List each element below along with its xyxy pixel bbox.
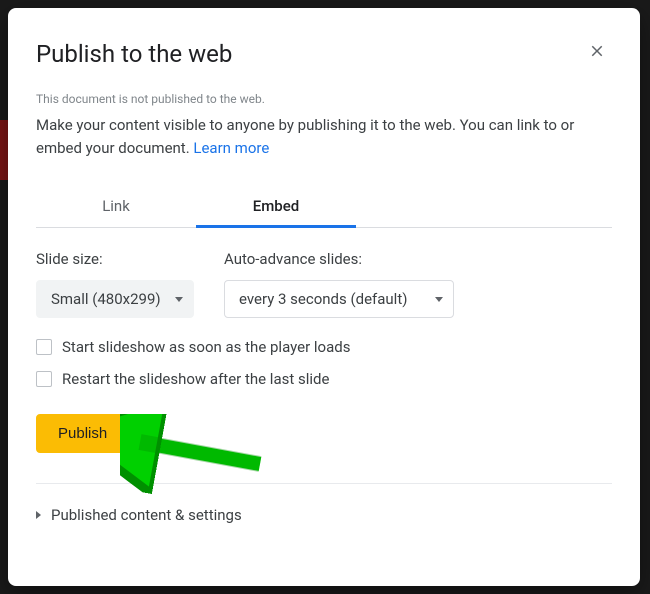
published-content-expander[interactable]: Published content & settings bbox=[36, 502, 612, 528]
chevron-right-icon bbox=[36, 511, 41, 519]
embed-panel: Slide size: Small (480x299) Auto-advance… bbox=[36, 228, 612, 528]
tab-embed[interactable]: Embed bbox=[196, 187, 356, 228]
chevron-down-icon bbox=[435, 297, 443, 302]
start-slideshow-label: Start slideshow as soon as the player lo… bbox=[62, 338, 350, 356]
auto-advance-label: Auto-advance slides: bbox=[224, 250, 454, 268]
expander-label: Published content & settings bbox=[51, 506, 242, 524]
dialog-description: Make your content visible to anyone by p… bbox=[36, 114, 612, 159]
close-button[interactable] bbox=[582, 36, 612, 66]
learn-more-link[interactable]: Learn more bbox=[193, 139, 269, 157]
publish-button[interactable]: Publish bbox=[36, 414, 129, 453]
publish-status: This document is not published to the we… bbox=[36, 92, 612, 106]
start-slideshow-checkbox[interactable] bbox=[36, 339, 52, 355]
publish-dialog: Publish to the web This document is not … bbox=[8, 8, 640, 586]
tab-link[interactable]: Link bbox=[36, 187, 196, 228]
auto-advance-dropdown[interactable]: every 3 seconds (default) bbox=[224, 280, 454, 318]
chevron-down-icon bbox=[175, 297, 183, 302]
slide-size-value: Small (480x299) bbox=[51, 290, 161, 308]
dialog-title: Publish to the web bbox=[36, 40, 232, 68]
close-icon bbox=[588, 42, 606, 60]
auto-advance-value: every 3 seconds (default) bbox=[239, 290, 407, 308]
slide-size-label: Slide size: bbox=[36, 250, 194, 268]
slide-size-dropdown[interactable]: Small (480x299) bbox=[36, 280, 194, 318]
divider bbox=[36, 483, 612, 484]
tabs: Link Embed bbox=[36, 187, 612, 228]
restart-slideshow-label: Restart the slideshow after the last sli… bbox=[62, 370, 329, 388]
restart-slideshow-checkbox[interactable] bbox=[36, 371, 52, 387]
